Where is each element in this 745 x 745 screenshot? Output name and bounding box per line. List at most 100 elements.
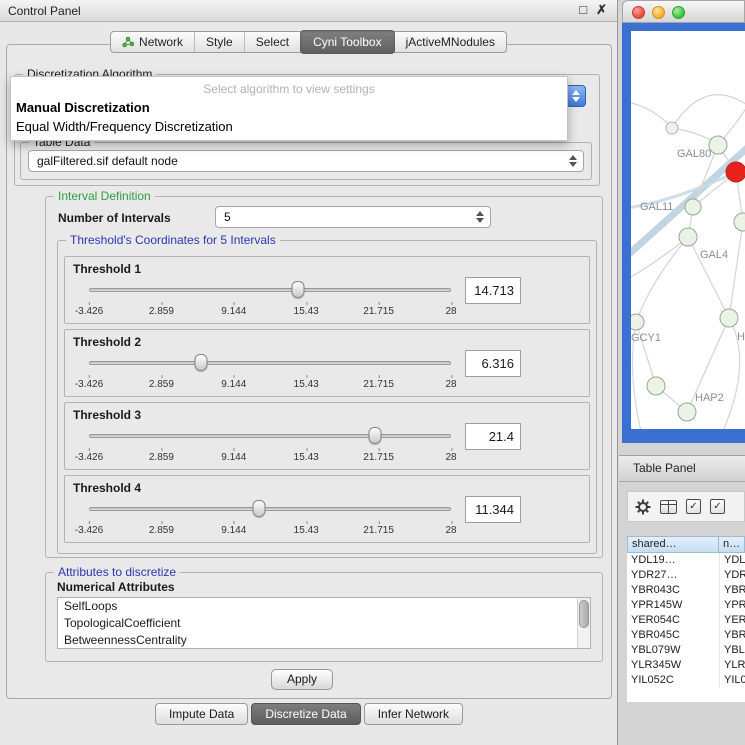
network-view-frame: GAL80GAL11GAL4GCY1HAP2H [622, 23, 745, 443]
network-node[interactable] [726, 162, 745, 182]
table-row[interactable]: YIL052C YIL0… [627, 673, 745, 688]
columns-icon[interactable] [660, 500, 677, 514]
network-canvas[interactable]: GAL80GAL11GAL4GCY1HAP2H [631, 31, 745, 429]
table-cell-name[interactable]: YPR1… [719, 598, 745, 613]
tab-jactivemnodules[interactable]: jActiveMNodules [395, 32, 506, 52]
table-panel-title: Table Panel [633, 461, 696, 475]
threshold-1-slider[interactable] [89, 281, 451, 299]
table-cell-name[interactable]: YLR3… [719, 658, 745, 673]
table-toolbar: ✓ ✓ [627, 491, 745, 522]
apply-button[interactable]: Apply [271, 669, 333, 690]
attribute-item-selfloops[interactable]: SelfLoops [58, 598, 590, 615]
slider-track[interactable] [89, 434, 451, 438]
table-row[interactable]: YBR043C YBR0… [627, 583, 745, 598]
network-node[interactable] [685, 199, 701, 215]
tab-impute-data[interactable]: Impute Data [155, 703, 248, 725]
table-header-row: shared… n… [627, 536, 745, 553]
scrollbar-thumb[interactable] [579, 600, 589, 628]
network-node-label: H [737, 331, 745, 343]
slider-track[interactable] [89, 288, 451, 292]
table-cell-name[interactable]: YDR2… [719, 568, 745, 583]
threshold-3-value-field[interactable]: 21.4 [465, 423, 521, 450]
tab-discretize-data[interactable]: Discretize Data [251, 703, 360, 725]
tab-style[interactable]: Style [194, 32, 244, 52]
table-cell-name[interactable]: YDL1… [719, 553, 745, 568]
slider-thumb[interactable] [253, 500, 266, 517]
gear-icon[interactable] [635, 499, 651, 515]
number-of-intervals-combobox[interactable]: 5 [215, 206, 491, 228]
network-edge[interactable] [636, 237, 688, 322]
table-cell-shared-name[interactable]: YDL19… [627, 553, 719, 568]
attributes-list-scrollbar[interactable] [577, 598, 590, 648]
scale-label: -3.426 [75, 306, 103, 317]
threshold-3-slider[interactable] [89, 427, 451, 445]
table-data-combobox[interactable]: galFiltered.sif default node [28, 150, 584, 172]
threshold-4-slider[interactable] [89, 500, 451, 518]
network-node[interactable] [666, 122, 678, 134]
slider-thumb[interactable] [291, 281, 304, 298]
right-column: GAL80GAL11GAL4GCY1HAP2H Table Panel ✓ ✓ [619, 0, 745, 745]
table-cell-name[interactable]: YBR0… [719, 628, 745, 643]
algorithm-combobox-stepper[interactable] [566, 85, 586, 107]
tab-infer-network[interactable]: Infer Network [364, 703, 463, 725]
threshold-1-value-field[interactable]: 14.713 [465, 277, 521, 304]
select-all-icon[interactable]: ✓ [686, 499, 701, 514]
table-cell-shared-name[interactable]: YBR045C [627, 628, 719, 643]
table-cell-shared-name[interactable]: YER054C [627, 613, 719, 628]
table-cell-shared-name[interactable]: YBR043C [627, 583, 719, 598]
table-cell-name[interactable]: YER0… [719, 613, 745, 628]
slider-track[interactable] [89, 361, 451, 365]
threshold-2-value-field[interactable]: 6.316 [465, 350, 521, 377]
table-cell-shared-name[interactable]: YDR27… [627, 568, 719, 583]
table-cell-name[interactable]: YBL0… [719, 643, 745, 658]
table-row[interactable]: YPR145W YPR1… [627, 598, 745, 613]
tab-network[interactable]: Network [111, 32, 194, 52]
table-row[interactable]: YER054C YER0… [627, 613, 745, 628]
threshold-2-slider[interactable] [89, 354, 451, 372]
table-cell-name[interactable]: YIL0… [719, 673, 745, 688]
slider-thumb[interactable] [195, 354, 208, 371]
network-edge[interactable] [672, 95, 745, 128]
table-cell-shared-name[interactable]: YBL079W [627, 643, 719, 658]
minimize-button[interactable] [652, 6, 665, 19]
combo-arrows-icon [472, 207, 487, 227]
network-node[interactable] [631, 314, 644, 330]
threshold-2-block: Threshold 2 -3.426 2.859 9.144 15.43 21.… [64, 329, 590, 397]
table-row[interactable]: YLR345W YLR3… [627, 658, 745, 673]
network-node[interactable] [720, 309, 738, 327]
popup-option-manual-discretization[interactable]: Manual Discretization [11, 98, 567, 117]
table-row[interactable]: YBR045C YBR0… [627, 628, 745, 643]
table-cell-name[interactable]: YBR0… [719, 583, 745, 598]
scale-label: 28 [445, 306, 456, 317]
close-button[interactable] [632, 6, 645, 19]
slider-thumb[interactable] [368, 427, 381, 444]
float-window-icon[interactable]: □ [579, 2, 587, 18]
threshold-4-value-field[interactable]: 11.344 [465, 496, 521, 523]
network-svg[interactable]: GAL80GAL11GAL4GCY1HAP2H [631, 31, 745, 429]
attribute-item-topologicalcoefficient[interactable]: TopologicalCoefficient [58, 615, 590, 632]
network-node[interactable] [678, 403, 696, 421]
network-node[interactable] [679, 228, 697, 246]
column-header-shared-name[interactable]: shared… [627, 536, 719, 553]
table-row[interactable]: YDL19… YDL1… [627, 553, 745, 568]
tab-cyni-toolbox[interactable]: Cyni Toolbox [300, 30, 394, 54]
network-edge[interactable] [729, 222, 743, 318]
popup-option-equal-width-frequency[interactable]: Equal Width/Frequency Discretization [11, 117, 567, 136]
table-cell-shared-name[interactable]: YIL052C [627, 673, 719, 688]
select-rows-icon[interactable]: ✓ [710, 499, 725, 514]
table-cell-shared-name[interactable]: YPR145W [627, 598, 719, 613]
table-cell-shared-name[interactable]: YLR345W [627, 658, 719, 673]
network-edge[interactable] [631, 101, 672, 128]
column-header-name[interactable]: n… [719, 536, 745, 553]
close-window-icon[interactable]: ✗ [596, 2, 607, 18]
table-row[interactable]: YBL079W YBL0… [627, 643, 745, 658]
attribute-item-betweennesscentrality[interactable]: BetweennessCentrality [58, 632, 590, 649]
tab-select[interactable]: Select [244, 32, 300, 52]
network-node[interactable] [709, 136, 727, 154]
scale-label: 15.43 [294, 379, 319, 390]
network-node[interactable] [734, 213, 745, 231]
slider-track[interactable] [89, 507, 451, 511]
table-row[interactable]: YDR27… YDR2… [627, 568, 745, 583]
zoom-button[interactable] [672, 6, 685, 19]
network-node[interactable] [647, 377, 665, 395]
